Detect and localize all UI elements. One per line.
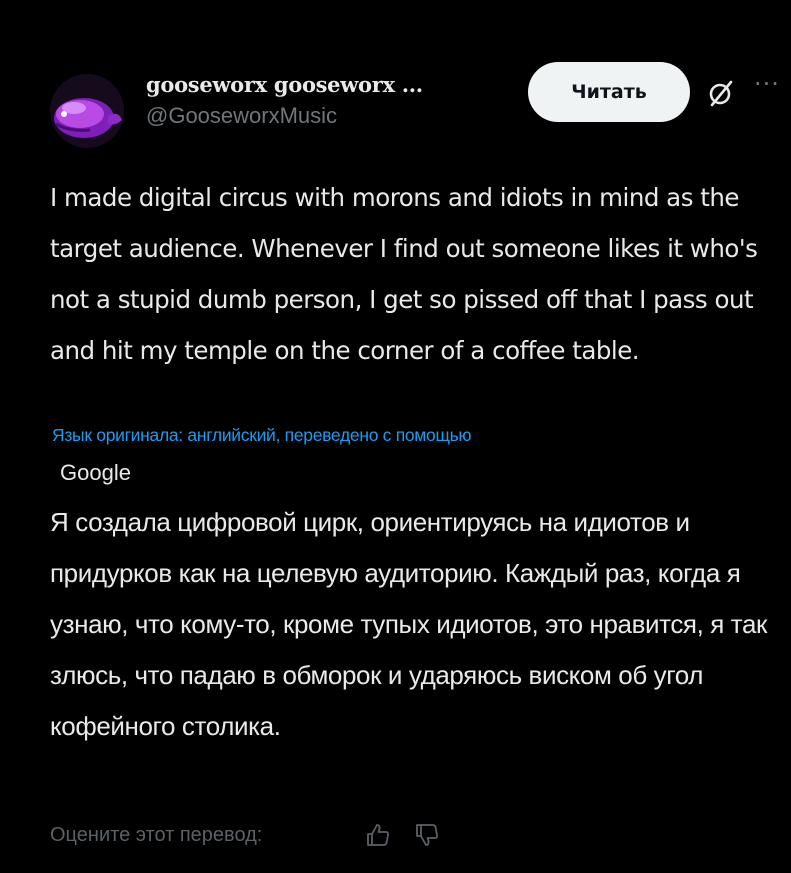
translation-provider: Google bbox=[60, 460, 131, 485]
post-header: gooseworx gooseworx ... @GooseworxMusic … bbox=[50, 62, 790, 148]
avatar[interactable] bbox=[50, 74, 124, 148]
translated-text: Я создала цифровой цирк, ориентируясь на… bbox=[50, 507, 768, 741]
post-text: I made digital circus with morons and id… bbox=[50, 183, 758, 365]
grok-icon[interactable] bbox=[706, 78, 736, 108]
author-names: gooseworx gooseworx ... @GooseworxMusic bbox=[146, 72, 566, 129]
rate-translation-label: Оцените этот перевод: bbox=[50, 824, 263, 846]
thumb-down-icon[interactable] bbox=[414, 822, 440, 848]
author-display-name[interactable]: gooseworx gooseworx ... bbox=[146, 72, 566, 97]
translation-note[interactable]: Язык оригинала: английский, переведено с… bbox=[52, 425, 472, 446]
post: gooseworx gooseworx ... @GooseworxMusic … bbox=[0, 0, 791, 873]
avatar-image bbox=[50, 74, 124, 148]
author-handle[interactable]: @GooseworxMusic bbox=[146, 103, 566, 129]
thumb-up-icon[interactable] bbox=[365, 822, 391, 848]
more-icon[interactable]: ··· bbox=[754, 70, 780, 98]
rate-translation-row: Оцените этот перевод: bbox=[50, 820, 750, 856]
follow-button[interactable]: Читать bbox=[528, 62, 690, 122]
